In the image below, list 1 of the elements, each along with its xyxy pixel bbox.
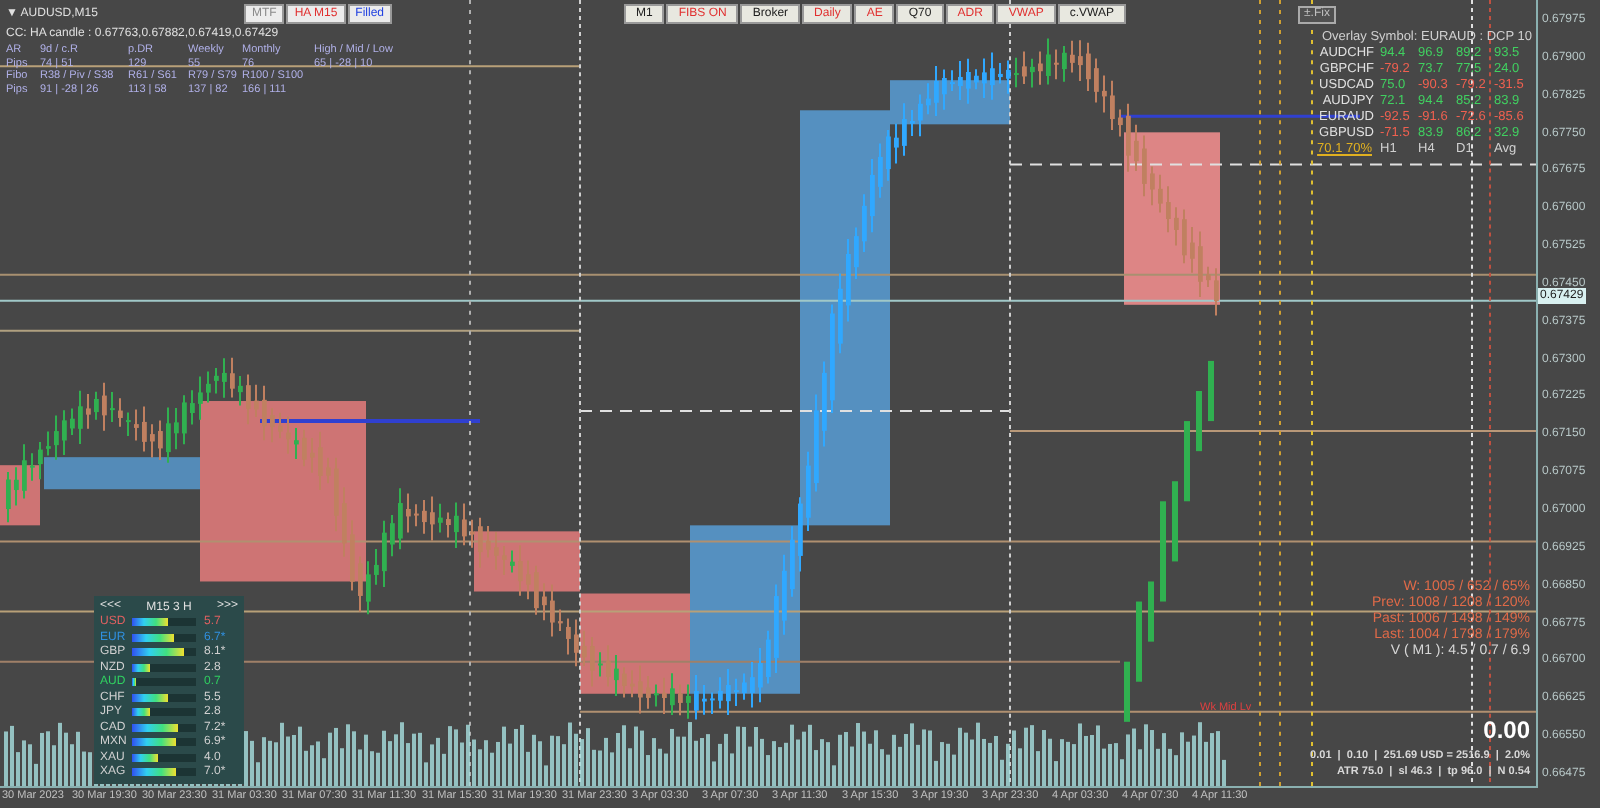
profit-value: 0.00 — [1483, 716, 1530, 744]
